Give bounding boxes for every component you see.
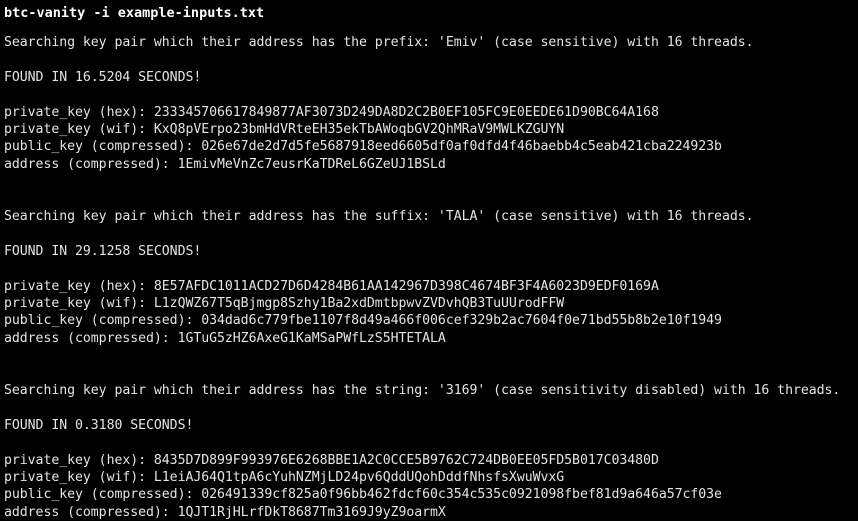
search-status-line: Searching key pair which their address h… — [4, 35, 754, 50]
private-key-hex-line: private_key (hex): 8E57AFDC1011ACD27D6D4… — [4, 278, 659, 294]
found-status-line: FOUND IN 29.1258 SECONDS! — [4, 243, 202, 259]
search-status-line: Searching key pair which their address h… — [4, 383, 841, 398]
private-key-hex-line: private_key (hex): 233345706617849877AF3… — [4, 104, 659, 120]
private-key-wif-line: private_key (wif): KxQ8pVErpo23bmHdVRteE… — [4, 122, 565, 137]
private-key-hex-line: private_key (hex): 8435D7D899F993976E626… — [4, 452, 659, 468]
search-block: Searching key pair which their address h… — [0, 208, 858, 347]
public-key-compressed-line: public_key (compressed): 026e67de2d7d5fe… — [4, 139, 722, 155]
private-key-wif-line: private_key (wif): L1eiAJ64Q1tpA6cYuhNZM… — [4, 470, 565, 485]
terminal-window: btc-vanity -i example-inputs.txt Searchi… — [0, 0, 858, 520]
public-key-compressed-line: public_key (compressed): 034dad6c779fbe1… — [4, 313, 722, 329]
found-status-line: FOUND IN 16.5204 SECONDS! — [4, 69, 202, 85]
address-compressed-line: address (compressed): 1EmivMeVnZc7eusrKa… — [4, 156, 446, 172]
search-block: Searching key pair which their address h… — [0, 34, 858, 173]
search-block: Searching key pair which their address h… — [0, 382, 858, 521]
command-line: btc-vanity -i example-inputs.txt — [4, 5, 265, 21]
private-key-wif-line: private_key (wif): L1zQWZ67T5qBjmgp8Szhy… — [4, 296, 565, 311]
public-key-compressed-line: public_key (compressed): 026491339cf825a… — [4, 487, 722, 503]
address-compressed-line: address (compressed): 1GTuG5zHZ6AxeG1KaM… — [4, 330, 446, 346]
search-status-line: Searching key pair which their address h… — [4, 209, 754, 224]
found-status-line: FOUND IN 0.3180 SECONDS! — [4, 417, 194, 433]
address-compressed-line: address (compressed): 1QJT1RjHLrfDkT8687… — [4, 504, 446, 520]
